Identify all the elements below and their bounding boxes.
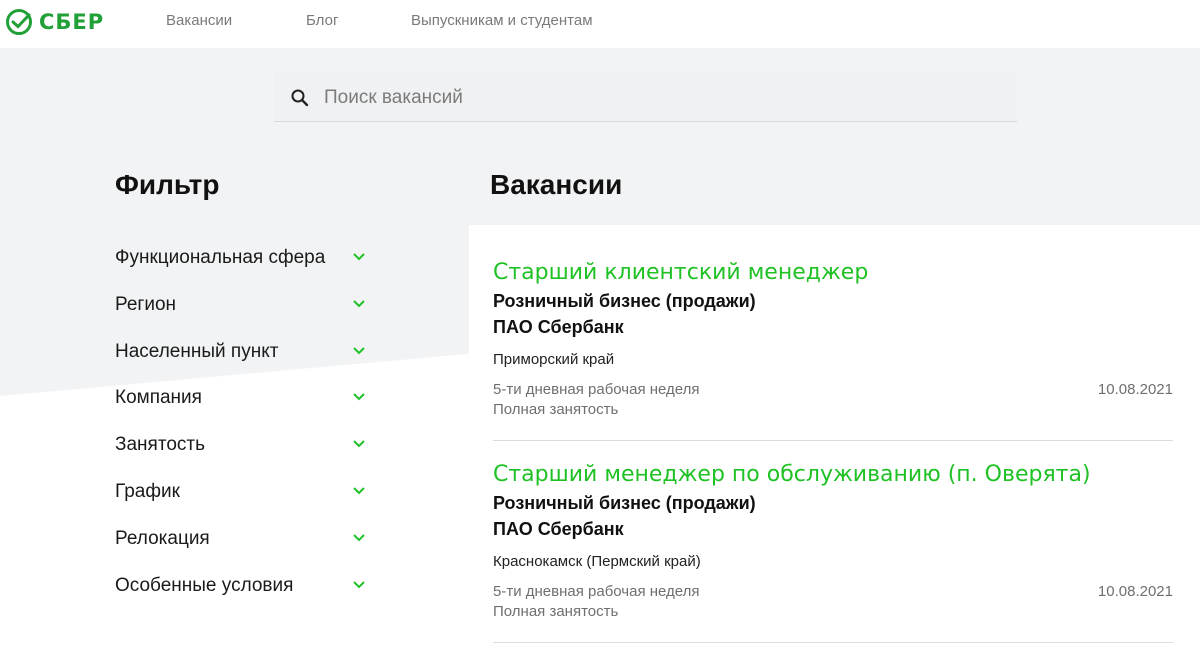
chevron-down-icon [353, 534, 365, 542]
filter-label: Населенный пункт [115, 341, 279, 362]
header: СБЕР Вакансии Блог Выпускникам и студент… [0, 0, 1200, 48]
filter-label: Занятость [115, 434, 205, 455]
filter-title: Фильтр [115, 169, 220, 200]
vacancy-date: 10.08.2021 [1097, 381, 1173, 398]
sber-logo-icon [6, 9, 32, 35]
vacancy-department: Розничный бизнес (продажи) [493, 493, 756, 513]
filter-label: Регион [115, 294, 177, 315]
vacancy-employment: Полная занятость [493, 401, 619, 418]
search-icon [291, 89, 309, 107]
filter-employment[interactable]: Занятость [115, 431, 375, 459]
filter-label: Особенные условия [115, 575, 294, 596]
vacancy-company: ПАО Сбербанк [493, 519, 624, 539]
vacancies-title: Вакансии [490, 169, 623, 200]
chevron-down-icon [353, 440, 365, 448]
search-bar [274, 72, 1017, 124]
vacancy-date: 10.08.2021 [1097, 583, 1173, 600]
nav-link-blog[interactable]: Блог [306, 12, 338, 29]
chevron-down-icon [353, 253, 365, 261]
filter-schedule[interactable]: График [115, 478, 375, 506]
filter-region[interactable]: Регион [115, 291, 375, 319]
filter-label: График [115, 481, 180, 502]
vacancy-employment: Полная занятость [493, 603, 619, 620]
filter-company[interactable]: Компания [115, 384, 375, 412]
vacancy-location: Приморский край [493, 351, 615, 368]
search-input[interactable] [322, 72, 1006, 124]
chevron-down-icon [353, 300, 365, 308]
nav-link-vacancies[interactable]: Вакансии [166, 12, 232, 29]
chevron-down-icon [353, 393, 365, 401]
nav-link-graduates[interactable]: Выпускникам и студентам [411, 12, 593, 29]
vacancy-title[interactable]: Старший менеджер по обслуживанию (п. Ове… [493, 462, 1091, 487]
vacancy-schedule: 5-ти дневная рабочая неделя [493, 583, 700, 600]
filter-relocation[interactable]: Релокация [115, 525, 375, 553]
vacancy-company: ПАО Сбербанк [493, 317, 624, 337]
filter-label: Релокация [115, 528, 210, 549]
vacancy-card[interactable]: Старший клиентский менеджер Розничный би… [493, 260, 1173, 441]
vacancy-department: Розничный бизнес (продажи) [493, 291, 756, 311]
vacancy-schedule: 5-ти дневная рабочая неделя [493, 381, 700, 398]
vacancy-location: Краснокамск (Пермский край) [493, 553, 701, 570]
sber-logo[interactable]: СБЕР [5, 8, 104, 36]
chevron-down-icon [353, 581, 365, 589]
logo-text: СБЕР [39, 10, 105, 34]
filter-label: Компания [115, 387, 202, 408]
filter-special-conditions[interactable]: Особенные условия [115, 572, 375, 600]
chevron-down-icon [353, 487, 365, 495]
chevron-down-icon [353, 347, 365, 355]
vacancy-title[interactable]: Старший клиентский менеджер [493, 260, 868, 285]
vacancy-card[interactable]: Старший менеджер по обслуживанию (п. Ове… [493, 462, 1173, 643]
filter-functional-area[interactable]: Функциональная сфера [115, 244, 375, 272]
filter-label: Функциональная сфера [115, 247, 326, 268]
filter-locality[interactable]: Населенный пункт [115, 338, 375, 366]
